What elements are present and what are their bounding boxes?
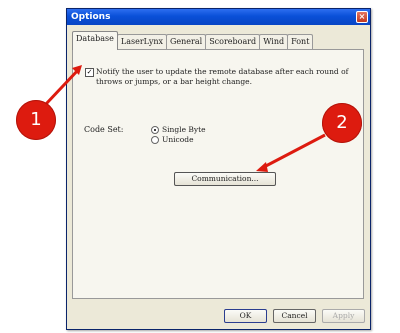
radio-label-single-byte: Single Byte bbox=[162, 125, 206, 134]
tab-wind[interactable]: Wind bbox=[259, 34, 289, 49]
radio-unicode[interactable]: Unicode bbox=[151, 135, 194, 144]
screenshot-stage: Options × Database LaserLynx General Sco… bbox=[0, 0, 400, 333]
radio-button[interactable] bbox=[151, 136, 159, 144]
tab-laserlynx[interactable]: LaserLynx bbox=[116, 34, 168, 49]
radio-single-byte[interactable]: Single Byte bbox=[151, 125, 206, 134]
tab-database[interactable]: Database bbox=[72, 31, 118, 50]
tab-general[interactable]: General bbox=[166, 34, 207, 49]
codeset-label: Code Set: bbox=[84, 125, 124, 134]
radio-button-selected[interactable] bbox=[151, 126, 159, 134]
communication-button[interactable]: Communication... bbox=[174, 172, 276, 186]
tab-strip: Database LaserLynx General Scoreboard Wi… bbox=[72, 31, 314, 50]
title-bar[interactable]: Options × bbox=[67, 9, 370, 25]
apply-button[interactable]: Apply bbox=[322, 309, 365, 323]
notify-label: Notify the user to update the remote dat… bbox=[96, 67, 349, 86]
database-tab-panel: ✓ Notify the user to update the remote d… bbox=[72, 49, 364, 299]
ok-button[interactable]: OK bbox=[224, 309, 267, 323]
options-dialog: Options × Database LaserLynx General Sco… bbox=[66, 8, 371, 330]
cancel-button[interactable]: Cancel bbox=[273, 309, 316, 323]
callout-marker-2: 2 bbox=[322, 103, 362, 143]
tab-scoreboard[interactable]: Scoreboard bbox=[205, 34, 261, 49]
radio-label-unicode: Unicode bbox=[162, 135, 194, 144]
callout-marker-1: 1 bbox=[16, 100, 56, 140]
close-button[interactable]: × bbox=[356, 11, 368, 23]
window-title: Options bbox=[71, 12, 111, 22]
notify-checkbox[interactable]: ✓ bbox=[85, 68, 94, 77]
tab-font[interactable]: Font bbox=[287, 34, 314, 49]
